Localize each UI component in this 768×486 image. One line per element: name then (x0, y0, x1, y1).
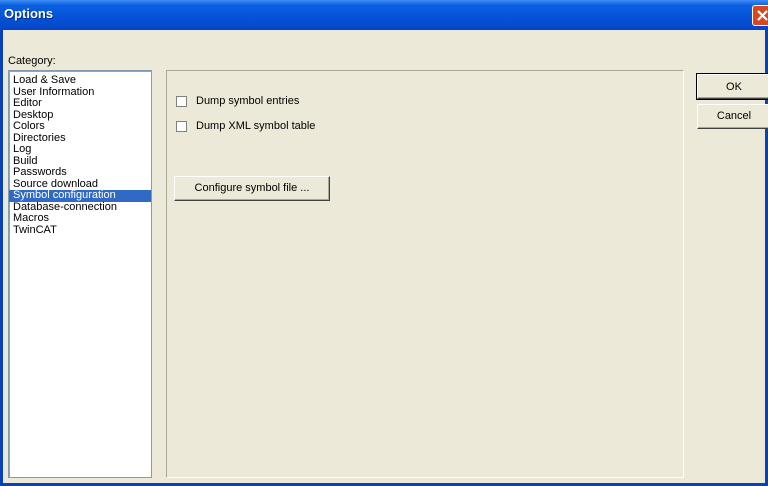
dump-symbol-entries-row[interactable]: Dump symbol entries (176, 94, 299, 108)
category-item[interactable]: Colors (9, 120, 151, 133)
dump-symbol-entries-label: Dump symbol entries (196, 95, 300, 107)
category-item[interactable]: Load & Save (9, 74, 151, 87)
dump-xml-symbol-table-checkbox[interactable] (176, 120, 187, 132)
close-button[interactable] (752, 5, 768, 26)
category-item[interactable]: Passwords (9, 166, 151, 179)
configure-symbol-file-button[interactable]: Configure symbol file ... (174, 176, 330, 201)
ok-button[interactable]: OK (696, 73, 768, 100)
category-item[interactable]: Macros (9, 212, 151, 225)
category-item[interactable]: Log (9, 143, 151, 156)
category-listbox[interactable]: Load & Save User Information Editor Desktop… (8, 70, 152, 478)
close-icon (757, 10, 768, 21)
category-item[interactable]: Editor (9, 97, 151, 110)
title-bar[interactable]: Options (0, 0, 768, 30)
cancel-button[interactable]: Cancel (697, 104, 768, 129)
dump-symbol-entries-checkbox[interactable] (176, 95, 187, 107)
dump-xml-symbol-table-row[interactable]: Dump XML symbol table (176, 119, 315, 133)
dump-xml-symbol-table-label: Dump XML symbol table (196, 120, 316, 132)
category-item[interactable]: Symbol configuration (9, 189, 151, 202)
category-label: Category: (8, 55, 56, 67)
window-title: Options (4, 6, 54, 21)
category-item[interactable]: TwinCAT (9, 224, 151, 237)
